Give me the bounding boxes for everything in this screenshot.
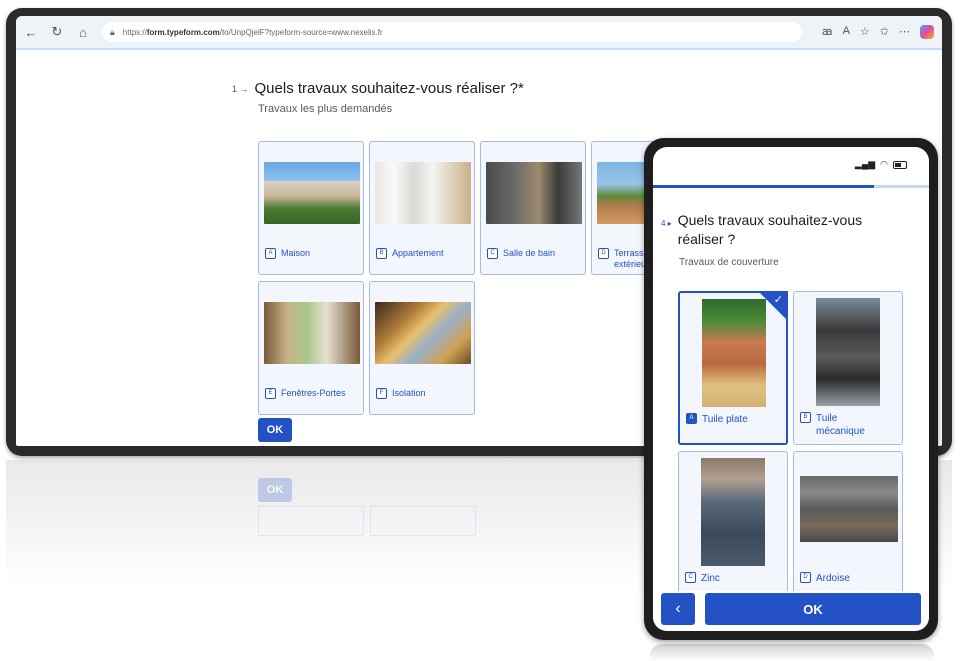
- question-text: Quels travaux souhaitez-vous réaliser ?*: [254, 80, 524, 97]
- key-badge: D: [800, 572, 811, 583]
- window-image: [264, 302, 360, 364]
- lock-icon: 🔒︎: [110, 26, 115, 37]
- mechanical-tile-roof-image: [816, 298, 880, 406]
- more-menu-icon[interactable]: ⋯: [899, 25, 910, 39]
- phone-reflection: [650, 644, 934, 661]
- option-label: A Tuile plate: [686, 413, 748, 426]
- key-badge: C: [487, 248, 498, 259]
- option-appartement[interactable]: B Appartement: [369, 141, 475, 275]
- mobile-screen: ▂▄▆ ◠ 4 ▸ Quels travaux souhaitez-vous r…: [653, 147, 929, 631]
- option-ardoise[interactable]: D Ardoise: [793, 451, 903, 605]
- option-label: D Ardoise: [800, 572, 850, 585]
- bathroom-image: [486, 162, 582, 224]
- option-isolation[interactable]: F Isolation: [369, 281, 475, 415]
- option-text: Zinc: [701, 573, 720, 584]
- url-domain: form.typeform.com: [146, 27, 220, 37]
- question-block: 1 → Quels travaux souhaitez-vous réalise…: [232, 80, 524, 115]
- option-salle-de-bain[interactable]: C Salle de bain: [480, 141, 586, 275]
- key-badge: A: [265, 248, 276, 259]
- slate-roof-image: [800, 476, 898, 542]
- cards-reflection: [258, 506, 476, 536]
- option-text: Isolation: [392, 388, 426, 398]
- favorites-list-icon[interactable]: ✩: [880, 25, 889, 39]
- mobile-question-subtitle: Travaux de couverture: [679, 257, 779, 268]
- progress-fill: [653, 185, 874, 188]
- home-icon[interactable]: ⌂: [72, 25, 94, 40]
- option-text: Tuile mécanique: [816, 413, 865, 437]
- option-maison[interactable]: A Maison: [258, 141, 364, 275]
- progress-bar: [653, 185, 929, 188]
- option-label: A Maison: [265, 248, 310, 259]
- key-badge: D: [598, 248, 609, 259]
- ok-button[interactable]: OK: [258, 418, 292, 442]
- stage: ← ↻ ⌂ 🔒︎ https://form.typeform.com/to/Un…: [0, 0, 974, 661]
- signal-icon: ▂▄▆: [854, 159, 876, 169]
- option-label: B Appartement: [376, 248, 444, 259]
- address-bar[interactable]: 🔒︎ https://form.typeform.com/to/UnpQjelF…: [102, 22, 802, 42]
- option-fenetres-portes[interactable]: E Fenêtres-Portes: [258, 281, 364, 415]
- option-label: C Salle de bain: [487, 248, 555, 259]
- ok-button-reflection: OK: [258, 478, 292, 502]
- url-prefix: https://: [122, 27, 147, 37]
- key-badge: E: [265, 388, 276, 399]
- option-tuile-plate[interactable]: A Tuile plate ✓: [678, 291, 788, 445]
- option-text: Fenêtres-Portes: [281, 388, 346, 398]
- key-badge: A: [686, 413, 697, 424]
- copilot-icon[interactable]: [920, 25, 934, 39]
- mobile-footer: ‹ OK: [653, 591, 929, 631]
- option-label: F Isolation: [376, 388, 426, 399]
- checkmark-icon: ✓: [773, 294, 783, 306]
- status-bar: ▂▄▆ ◠: [855, 159, 907, 170]
- phone-frame: ▂▄▆ ◠ 4 ▸ Quels travaux souhaitez-vous r…: [644, 138, 938, 640]
- flat-tile-roof-image: [702, 299, 766, 407]
- question-subtitle: Travaux les plus demandés: [258, 103, 393, 115]
- option-label: E Fenêtres-Portes: [265, 388, 346, 399]
- text-size-icon[interactable]: A: [843, 25, 850, 39]
- option-label: B Tuile mécanique: [800, 412, 865, 438]
- insulation-image: [375, 302, 471, 364]
- mobile-ok-button[interactable]: OK: [705, 593, 921, 625]
- browser-actions: ꜳ A ☆ ✩ ⋯: [822, 25, 934, 39]
- key-badge: F: [376, 388, 387, 399]
- back-arrow-icon[interactable]: ←: [20, 25, 42, 40]
- mobile-question-title: 4 ▸ Quels travaux souhaitez-vous réalise…: [661, 211, 911, 249]
- option-text: Tuile plate: [702, 414, 748, 425]
- mobile-question-text: Quels travaux souhaitez-vous réaliser ?: [677, 212, 863, 247]
- browser-toolbar: ← ↻ ⌂ 🔒︎ https://form.typeform.com/to/Un…: [16, 16, 942, 50]
- back-button[interactable]: ‹: [661, 593, 695, 625]
- zinc-roof-image: [701, 458, 765, 566]
- question-title: 1 → Quels travaux souhaitez-vous réalise…: [232, 80, 524, 97]
- key-badge: C: [685, 572, 696, 583]
- house-image: [264, 162, 360, 224]
- url-path: /to/UnpQjelF?typeform-source=www.nexelis…: [219, 27, 383, 37]
- read-aloud-icon[interactable]: ꜳ: [822, 25, 833, 39]
- option-text: Ardoise: [816, 573, 850, 584]
- option-text: Appartement: [392, 248, 444, 258]
- card-reflection: [258, 506, 364, 536]
- question-number: 1 →: [232, 83, 249, 94]
- mobile-question-number: 4 ▸: [661, 219, 672, 228]
- card-reflection: [370, 506, 476, 536]
- option-zinc[interactable]: C Zinc: [678, 451, 788, 605]
- option-text: Maison: [281, 248, 311, 258]
- battery-icon: [893, 160, 907, 169]
- key-badge: B: [376, 248, 387, 259]
- option-label: C Zinc: [685, 572, 720, 585]
- favorite-star-icon[interactable]: ☆: [860, 25, 870, 39]
- apartment-image: [375, 162, 471, 224]
- reload-icon[interactable]: ↻: [46, 24, 68, 40]
- wifi-icon: ◠: [880, 159, 888, 169]
- key-badge: B: [800, 412, 811, 423]
- option-tuile-mecanique[interactable]: B Tuile mécanique: [793, 291, 903, 445]
- option-text: Salle de bain: [503, 248, 556, 258]
